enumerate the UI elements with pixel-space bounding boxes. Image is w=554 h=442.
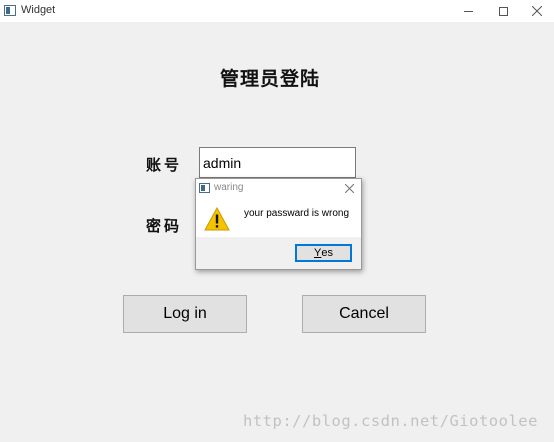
watermark: http://blog.csdn.net/Giotoolee [243,412,538,430]
dialog-body: your passward is wrong [196,197,361,237]
cancel-button[interactable]: Cancel [302,295,426,333]
close-icon [344,183,354,193]
password-label: 密码 [146,217,183,235]
app-window-icon [4,5,16,16]
account-label: 账号 [146,156,183,174]
close-button[interactable] [520,0,554,22]
dialog-message: your passward is wrong [244,208,350,219]
minimize-icon [463,10,473,12]
account-input[interactable] [199,147,356,178]
close-icon [532,6,542,16]
login-button[interactable]: Log in [123,295,247,333]
yes-button[interactable]: Yes [295,244,352,262]
dialog-footer: Yes [196,237,361,269]
minimize-button[interactable] [451,0,485,22]
dialog-titlebar: waring [196,179,361,197]
warning-dialog: waring your passward is wrong Yes [195,178,362,270]
dialog-title: waring [214,182,244,193]
maximize-icon [498,6,508,16]
maximize-button[interactable] [486,0,520,22]
window-titlebar: Widget [0,0,554,22]
yes-mnemonic: Y [314,247,322,259]
yes-label-rest: es [321,247,333,259]
dialog-close-button[interactable] [342,181,356,195]
warning-icon [204,207,230,231]
page-title: 管理员登陆 [219,68,320,90]
window-title: Widget [21,4,56,16]
dialog-app-icon [199,183,210,193]
